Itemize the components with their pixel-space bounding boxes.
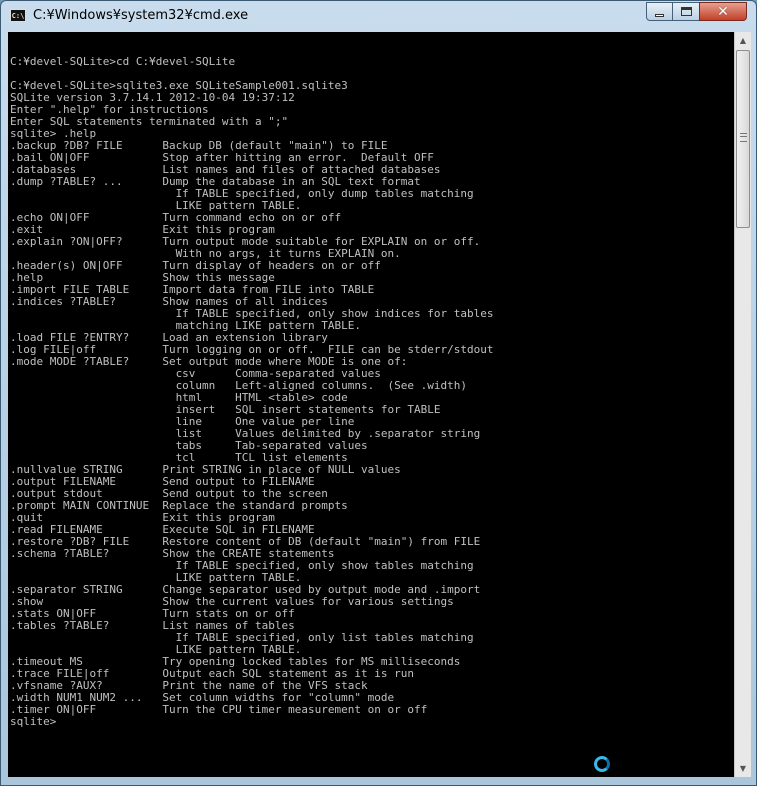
close-button[interactable]: ✕	[699, 2, 747, 21]
maximize-icon	[680, 7, 692, 16]
close-icon: ✕	[717, 3, 729, 20]
scroll-down-arrow-icon[interactable]: ▼	[735, 760, 751, 777]
scrollbar-thumb[interactable]	[736, 50, 750, 228]
maximize-button[interactable]	[672, 2, 700, 21]
cmd-app-icon[interactable]: C:\	[10, 9, 26, 22]
busy-spinner-icon	[594, 756, 610, 772]
console-lines: C:¥devel-SQLite>cd C:¥devel-SQLite C:¥dev…	[10, 44, 493, 728]
window-title: C:¥Windows¥system32¥cmd.exe	[33, 8, 249, 23]
console-line: sqlite>	[10, 715, 57, 728]
minimize-button[interactable]	[646, 2, 673, 21]
vertical-scrollbar[interactable]: ▲ ▼	[734, 32, 751, 777]
minimize-icon	[655, 13, 664, 17]
grip-icon	[740, 133, 747, 142]
console-line: C:¥devel-SQLite>cd C:¥devel-SQLite	[10, 55, 236, 68]
console-line: .timer ON|OFF Turn the CPU timer measure…	[10, 703, 428, 716]
scroll-up-arrow-icon[interactable]: ▲	[735, 32, 751, 49]
console-output[interactable]: C:¥devel-SQLite>cd C:¥devel-SQLite C:¥dev…	[8, 32, 734, 777]
cmd-window: C:\ C:¥Windows¥system32¥cmd.exe ✕ C:¥dev…	[0, 0, 757, 786]
title-bar[interactable]: C:\ C:¥Windows¥system32¥cmd.exe ✕	[1, 1, 756, 31]
